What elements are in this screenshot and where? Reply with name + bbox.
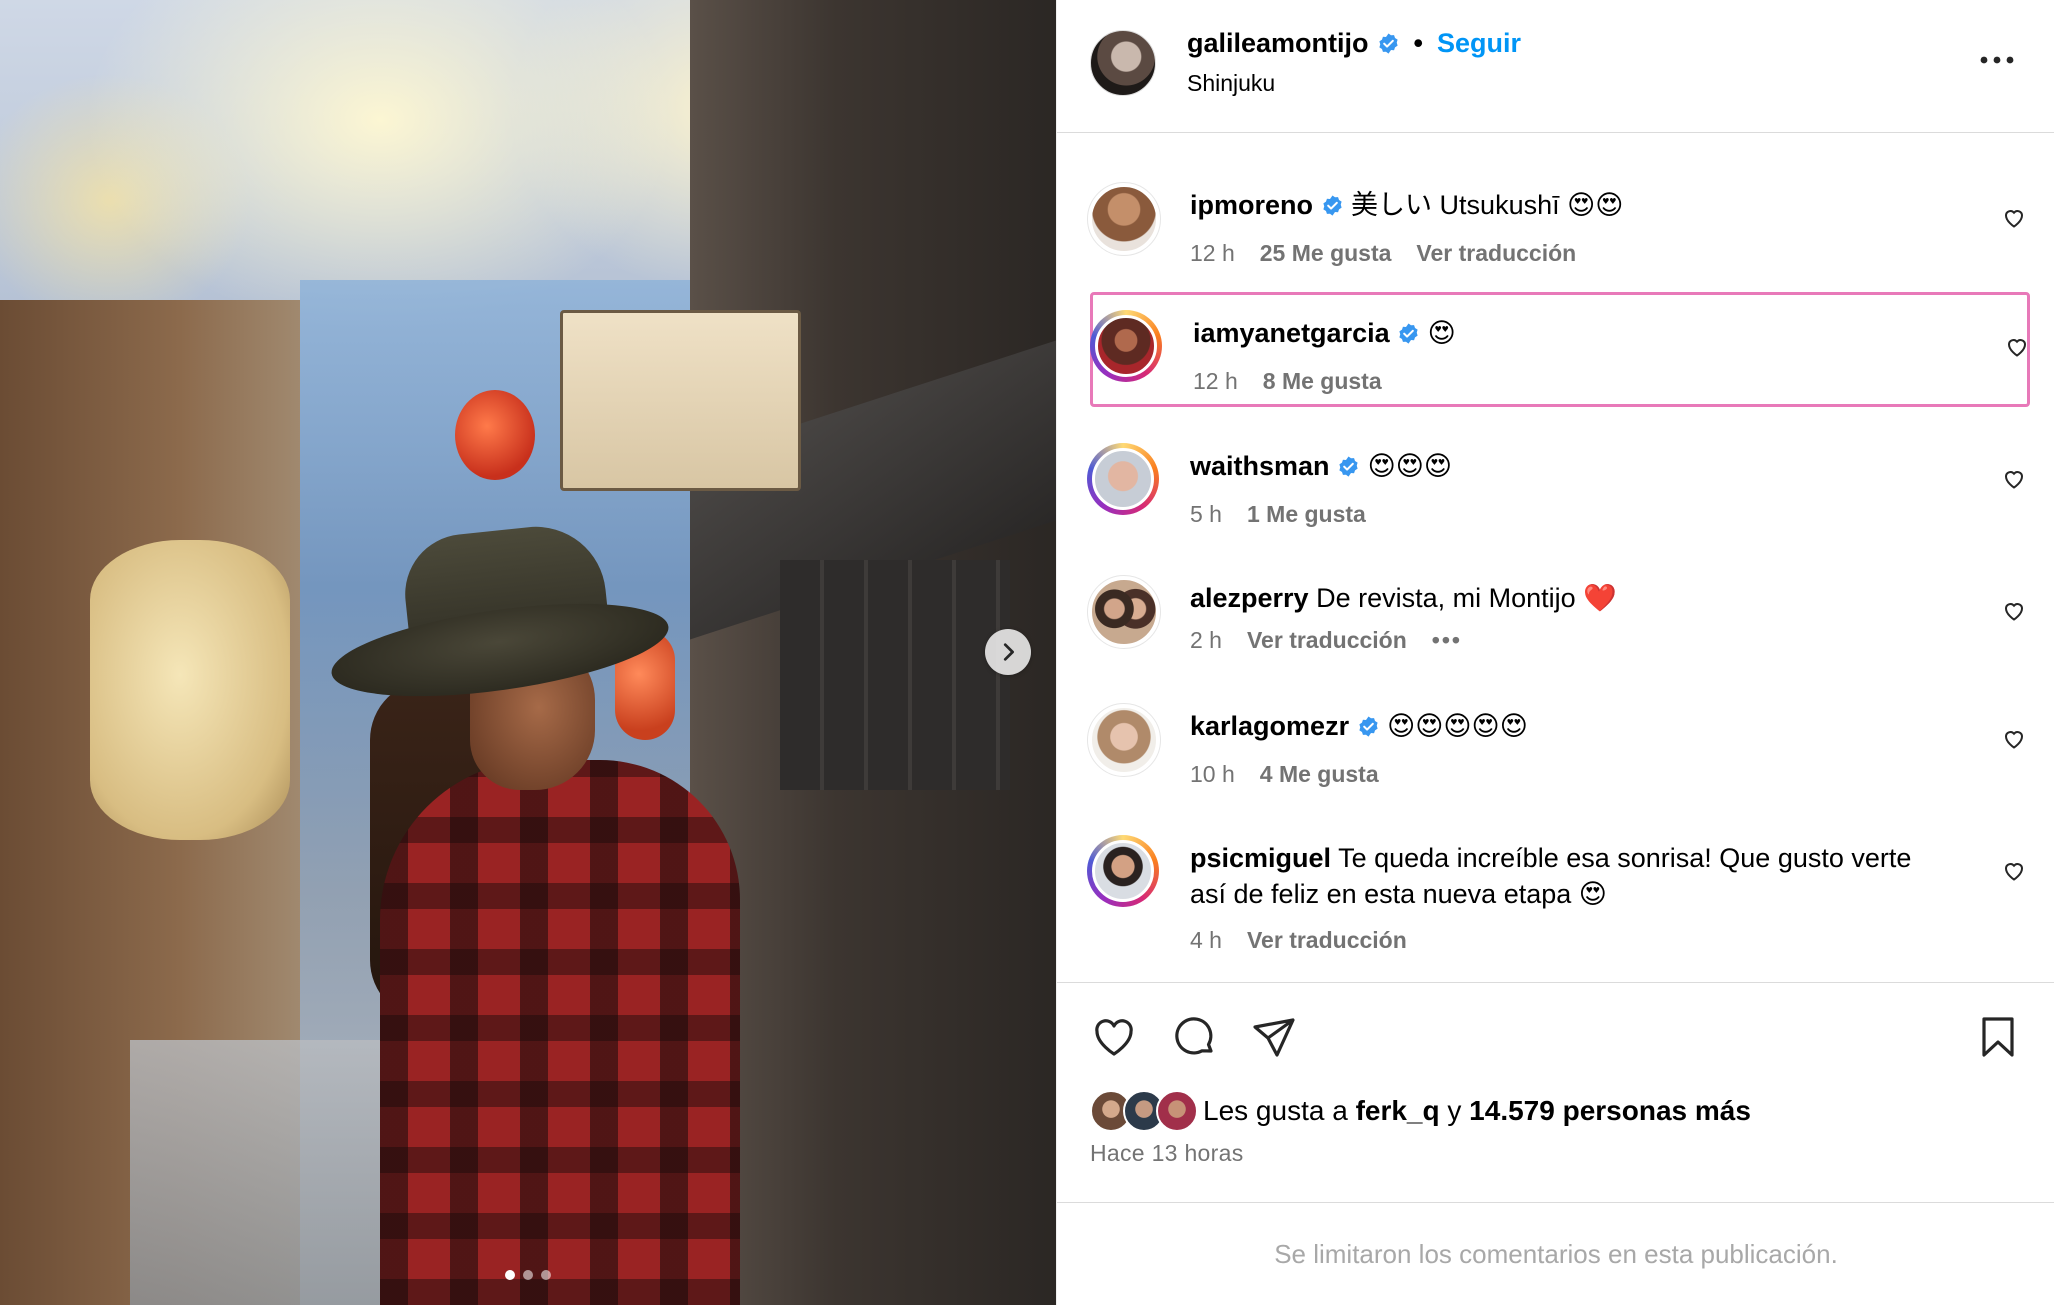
comment-text-line: waithsman 😍😍😍 xyxy=(1190,448,1950,484)
post-actions: Les gusta a ferk_q y 14.579 personas más… xyxy=(1057,982,2054,1203)
post-location[interactable]: Shinjuku xyxy=(1187,70,1275,97)
comment-time[interactable]: 12 h xyxy=(1190,240,1235,267)
heart-outline-icon[interactable] xyxy=(2002,599,2026,623)
likes-conj: y xyxy=(1447,1095,1462,1126)
header-separator: • xyxy=(1413,28,1423,58)
comment-meta: 12 h 8 Me gusta xyxy=(1193,368,1382,395)
comment-meta: 12 h 25 Me gusta Ver traducción xyxy=(1190,240,1576,267)
commenter-username[interactable]: psicmiguel xyxy=(1190,843,1331,873)
post-time[interactable]: Hace 13 horas xyxy=(1090,1140,1244,1167)
photo-person-coat xyxy=(380,760,740,1305)
chevron-right-icon xyxy=(1003,643,1014,661)
commenter-username[interactable]: alezperry xyxy=(1190,583,1309,613)
commenter-username[interactable]: waithsman xyxy=(1190,451,1330,481)
heart-outline-icon[interactable] xyxy=(2002,467,2026,491)
photo-shop-sign xyxy=(560,310,801,491)
more-options-icon[interactable] xyxy=(1977,45,2017,75)
photo-paper-lantern xyxy=(90,540,290,840)
comment-meta: 4 h Ver traducción xyxy=(1190,927,1407,954)
comment-text-line: iamyanetgarcia 😍 xyxy=(1193,315,1953,351)
comment-body: De revista, mi Montijo ❤️ xyxy=(1316,583,1617,613)
comment-item: psicmiguel Te queda increíble esa sonris… xyxy=(1057,835,2054,975)
comment-text-line: alezperry De revista, mi Montijo ❤️ xyxy=(1190,580,1950,616)
heart-outline-icon[interactable] xyxy=(2002,859,2026,883)
comment-meta: 10 h 4 Me gusta xyxy=(1190,761,1379,788)
verified-badge-icon xyxy=(1358,716,1378,737)
liker-username[interactable]: ferk_q xyxy=(1356,1095,1440,1127)
carousel-dot xyxy=(541,1270,551,1280)
commenter-avatar[interactable] xyxy=(1087,575,1161,649)
verified-badge-icon xyxy=(1378,33,1398,54)
commenter-username[interactable]: iamyanetgarcia xyxy=(1193,318,1390,348)
comment-text-line: ipmoreno 美しい Utsukushī 😍😍 xyxy=(1190,187,1950,223)
comment-item: ipmoreno 美しい Utsukushī 😍😍 12 h 25 Me gus… xyxy=(1057,182,2054,292)
photo-noren-curtain xyxy=(780,560,1010,790)
carousel-dot xyxy=(523,1270,533,1280)
commenter-avatar[interactable] xyxy=(1090,310,1162,382)
commenter-avatar[interactable] xyxy=(1087,703,1161,777)
comment-time[interactable]: 4 h xyxy=(1190,927,1222,954)
post-side-panel: galileamontijo • Seguir Shinjuku ipmoren… xyxy=(1056,0,2054,1305)
photo-red-lantern xyxy=(455,390,535,480)
author-row: galileamontijo • Seguir xyxy=(1187,28,1521,59)
comment-likes[interactable]: 25 Me gusta xyxy=(1260,240,1392,267)
comment-time[interactable]: 10 h xyxy=(1190,761,1235,788)
author-username[interactable]: galileamontijo xyxy=(1187,28,1369,59)
comment-body: 美しい Utsukushī 😍😍 xyxy=(1351,190,1624,220)
comment-time[interactable]: 12 h xyxy=(1193,368,1238,395)
author-avatar[interactable] xyxy=(1090,30,1156,96)
comment-meta: 5 h 1 Me gusta xyxy=(1190,501,1366,528)
comment-item: alezperry De revista, mi Montijo ❤️ 2 h … xyxy=(1057,575,2054,685)
commenter-username[interactable]: karlagomezr xyxy=(1190,711,1349,741)
comment-meta: 2 h Ver traducción ••• xyxy=(1190,627,1462,654)
like-heart-icon[interactable] xyxy=(1090,1013,1138,1061)
commenter-avatar[interactable] xyxy=(1087,182,1161,256)
comment-likes[interactable]: 8 Me gusta xyxy=(1263,368,1382,395)
comment-item-highlighted: iamyanetgarcia 😍 12 h 8 Me gusta xyxy=(1090,292,2030,407)
comment-likes[interactable]: 1 Me gusta xyxy=(1247,501,1366,528)
commenter-avatar[interactable] xyxy=(1087,443,1159,515)
liker-avatar xyxy=(1156,1090,1198,1132)
carousel-next-button[interactable] xyxy=(985,629,1031,675)
comment-bubble-icon[interactable] xyxy=(1170,1013,1218,1061)
comment-body: 😍😍😍😍😍 xyxy=(1387,711,1528,741)
comments-list[interactable]: ipmoreno 美しい Utsukushī 😍😍 12 h 25 Me gus… xyxy=(1057,132,2054,982)
likes-count[interactable]: 14.579 personas más xyxy=(1469,1095,1751,1127)
translate-link[interactable]: Ver traducción xyxy=(1247,627,1407,654)
heart-outline-icon[interactable] xyxy=(2005,335,2029,359)
comment-time[interactable]: 2 h xyxy=(1190,627,1222,654)
liker-avatars xyxy=(1090,1090,1198,1132)
follow-button[interactable]: Seguir xyxy=(1437,28,1521,59)
carousel-dot xyxy=(505,1270,515,1280)
comment-text-line: psicmiguel Te queda increíble esa sonris… xyxy=(1190,840,1950,912)
heart-outline-icon[interactable] xyxy=(2002,206,2026,230)
verified-badge-icon xyxy=(1399,323,1418,344)
comment-text-line: karlagomezr 😍😍😍😍😍 xyxy=(1190,708,1950,744)
verified-badge-icon xyxy=(1322,195,1342,216)
comment-more-options[interactable]: ••• xyxy=(1432,627,1462,654)
post-photo[interactable] xyxy=(0,0,1056,1305)
translate-link[interactable]: Ver traducción xyxy=(1416,240,1576,267)
translate-link[interactable]: Ver traducción xyxy=(1247,927,1407,954)
comment-item: waithsman 😍😍😍 5 h 1 Me gusta xyxy=(1057,443,2054,553)
comment-likes[interactable]: 4 Me gusta xyxy=(1260,761,1379,788)
likes-summary: Les gusta a ferk_q y 14.579 personas más xyxy=(1090,1090,1751,1132)
comment-body: 😍 xyxy=(1427,318,1456,348)
commenter-username[interactable]: ipmoreno xyxy=(1190,190,1313,220)
carousel-dots xyxy=(0,1270,1056,1280)
heart-outline-icon[interactable] xyxy=(2002,727,2026,751)
verified-badge-icon xyxy=(1339,456,1358,477)
comment-body: 😍😍😍 xyxy=(1367,451,1453,481)
comments-limited-notice: Se limitaron los comentarios en esta pub… xyxy=(1057,1202,2054,1306)
comment-item: karlagomezr 😍😍😍😍😍 10 h 4 Me gusta xyxy=(1057,703,2054,813)
commenter-avatar[interactable] xyxy=(1087,835,1159,907)
save-bookmark-icon[interactable] xyxy=(1974,1013,2022,1061)
likes-prefix: Les gusta a xyxy=(1203,1095,1348,1126)
share-send-icon[interactable] xyxy=(1250,1013,1298,1061)
post-header: galileamontijo • Seguir Shinjuku xyxy=(1057,0,2054,133)
comment-time[interactable]: 5 h xyxy=(1190,501,1222,528)
